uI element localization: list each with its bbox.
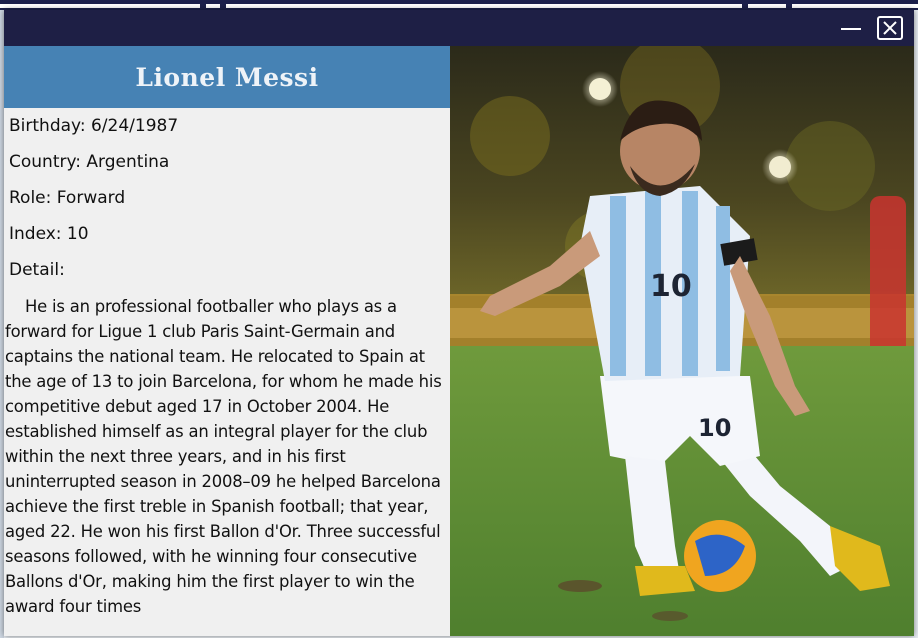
window-content: Lionel Messi Birthday: 6/24/1987 Country… [4, 46, 914, 636]
info-panel: Lionel Messi Birthday: 6/24/1987 Country… [4, 46, 450, 636]
shorts-number: 10 [698, 414, 731, 442]
close-button[interactable] [877, 16, 903, 40]
role-field: Role: Forward [9, 188, 126, 208]
index-field: Index: 10 [9, 224, 89, 244]
background-segment [206, 4, 220, 8]
background-segment [226, 4, 742, 8]
birthday-field: Birthday: 6/24/1987 [9, 116, 179, 136]
detail-label: Detail: [9, 260, 65, 280]
player-detail-window: Lionel Messi Birthday: 6/24/1987 Country… [4, 10, 914, 636]
detail-text: He is an professional footballer who pla… [5, 297, 442, 616]
player-name: Lionel Messi [135, 62, 319, 92]
country-field: Country: Argentina [9, 152, 170, 172]
title-bar[interactable] [4, 10, 914, 46]
minimize-icon [841, 28, 861, 30]
player-name-header: Lionel Messi [4, 46, 450, 108]
close-icon [883, 21, 897, 35]
shirt-number: 10 [650, 269, 692, 304]
minimize-button[interactable] [838, 16, 864, 40]
player-photo-illustration: 10 10 [450, 46, 914, 636]
background-segment [0, 4, 200, 8]
background-app-strip [0, 0, 918, 10]
background-segment [748, 4, 786, 8]
player-photo: 10 10 [450, 46, 914, 636]
background-segment [792, 4, 918, 8]
